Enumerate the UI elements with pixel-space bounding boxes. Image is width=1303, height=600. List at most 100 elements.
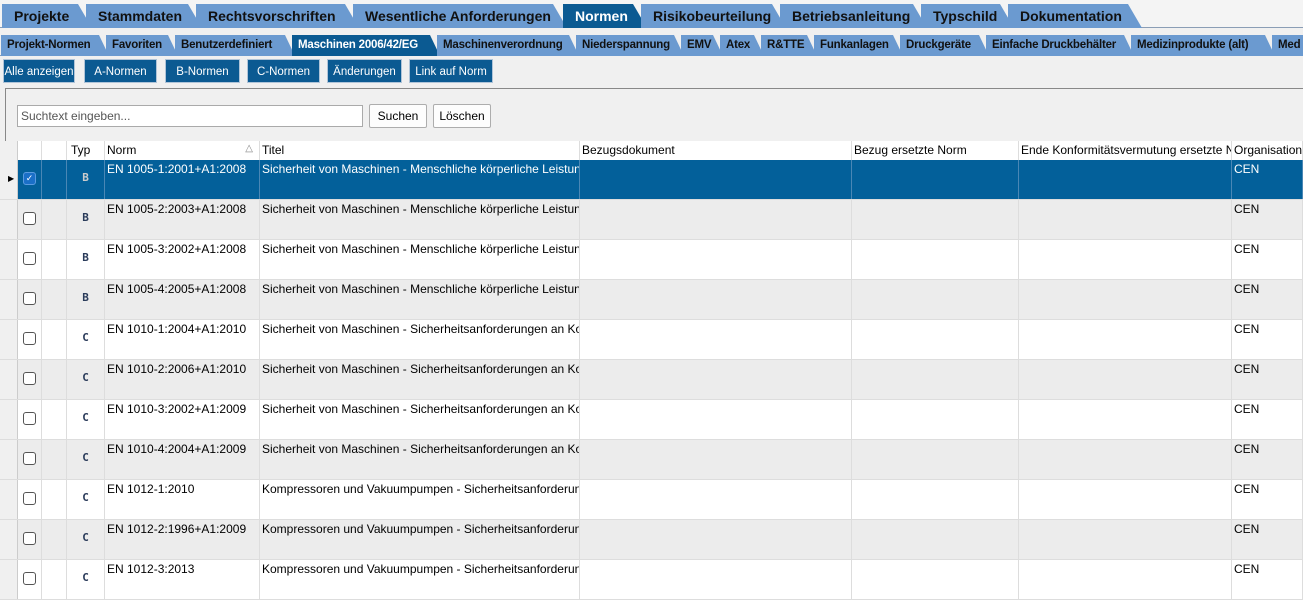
- subtab-niederspannung[interactable]: Niederspannung: [576, 35, 684, 56]
- tab-rechtsvorschriften[interactable]: Rechtsvorschriften: [196, 4, 359, 28]
- tab-wesentliche-anforderungen[interactable]: Wesentliche Anforderungen: [353, 4, 567, 28]
- row-checkbox[interactable]: [23, 532, 36, 545]
- norm-cell: EN 1005-3:2002+A1:2008: [105, 240, 260, 279]
- subtab-druckgeraete[interactable]: Druckgeräte: [900, 35, 989, 56]
- tab-stammdaten[interactable]: Stammdaten: [86, 4, 202, 28]
- search-input[interactable]: Suchtext eingeben...: [17, 105, 363, 127]
- subtab-favoriten[interactable]: Favoriten: [106, 35, 178, 56]
- organisation-cell: CEN: [1232, 240, 1303, 279]
- show-all-button[interactable]: Alle anzeigen: [3, 59, 75, 83]
- sub-tab-bar: Projekt-Normen Favoriten Benutzerdefinie…: [0, 33, 1303, 56]
- a-normen-button[interactable]: A-Normen: [84, 59, 157, 83]
- table-row[interactable]: C EN 1012-2:1996+A1:2009 Kompressoren und …: [0, 520, 1303, 560]
- tab-typschild[interactable]: Typschild: [921, 4, 1014, 28]
- row-header[interactable]: [0, 520, 18, 559]
- checkbox-cell: [18, 560, 42, 599]
- bezugsdokument-cell: [580, 160, 852, 199]
- organisation-cell: CEN: [1232, 360, 1303, 399]
- row-header[interactable]: [0, 200, 18, 239]
- subtab-einfache-druckbehaelter[interactable]: Einfache Druckbehälter: [986, 35, 1134, 56]
- row-checkbox[interactable]: [23, 492, 36, 505]
- c-normen-button[interactable]: C-Normen: [247, 59, 320, 83]
- row-checkbox[interactable]: [23, 212, 36, 225]
- header-titel[interactable]: Titel: [260, 141, 580, 160]
- table-row[interactable]: C EN 1010-4:2004+A1:2009 Sicherheit von Ma…: [0, 440, 1303, 480]
- subtab-benutzerdefiniert[interactable]: Benutzerdefiniert: [175, 35, 295, 56]
- subtab-maschinenverordnung[interactable]: Maschinenverordnung: [437, 35, 579, 56]
- table-row[interactable]: C EN 1010-1:2004+A1:2010 Sicherheit von Ma…: [0, 320, 1303, 360]
- organisation-cell: CEN: [1232, 160, 1303, 199]
- row-checkbox[interactable]: [23, 412, 36, 425]
- organisation-cell: CEN: [1232, 200, 1303, 239]
- typ-cell: C: [67, 520, 105, 559]
- tab-normen[interactable]: Normen: [563, 4, 647, 28]
- row-header[interactable]: [0, 560, 18, 599]
- table-row[interactable]: C EN 1012-3:2013 Kompressoren und Vakuumpu…: [0, 560, 1303, 600]
- row-checkbox[interactable]: [23, 452, 36, 465]
- row-header[interactable]: [0, 480, 18, 519]
- titel-cell: Kompressoren und Vakuumpumpen - Sicherhe…: [260, 560, 580, 599]
- table-row[interactable]: ▶ ✓ B EN 1005-1:2001+A1:2008 Sicherheit von …: [0, 160, 1303, 200]
- subtab-funkanlagen[interactable]: Funkanlagen: [814, 35, 903, 56]
- row-checkbox[interactable]: [23, 292, 36, 305]
- row-header[interactable]: [0, 240, 18, 279]
- row-checkbox[interactable]: [23, 572, 36, 585]
- header-organisation[interactable]: Organisation: [1232, 141, 1303, 160]
- table-row[interactable]: C EN 1010-3:2002+A1:2009 Sicherheit von Ma…: [0, 400, 1303, 440]
- subtab-maschinen[interactable]: Maschinen 2006/42/EG: [292, 35, 440, 56]
- row-checkbox[interactable]: [23, 252, 36, 265]
- tab-projekte[interactable]: Projekte: [2, 4, 92, 28]
- subtab-atex[interactable]: Atex: [720, 35, 764, 56]
- header-norm-label: Norm: [107, 143, 137, 157]
- tab-risikobeurteilung[interactable]: Risikobeurteilung: [641, 4, 786, 28]
- organisation-cell: CEN: [1232, 520, 1303, 559]
- typ-cell: C: [67, 440, 105, 479]
- row-header[interactable]: [0, 280, 18, 319]
- norm-cell: EN 1012-3:2013: [105, 560, 260, 599]
- norm-cell: EN 1005-4:2005+A1:2008: [105, 280, 260, 319]
- blank-cell: [42, 240, 67, 279]
- row-header[interactable]: ▶: [0, 160, 18, 199]
- row-checkbox[interactable]: [23, 332, 36, 345]
- row-header[interactable]: [0, 360, 18, 399]
- subtab-rtte[interactable]: R&TTE: [761, 35, 817, 56]
- header-ende-konformitaet[interactable]: Ende Konformitätsvermutung ersetzte Norm: [1019, 141, 1232, 160]
- link-auf-norm-button[interactable]: Link auf Norm: [409, 59, 493, 83]
- clear-button[interactable]: Löschen: [433, 104, 491, 128]
- row-header[interactable]: [0, 400, 18, 439]
- blank-cell: [42, 440, 67, 479]
- sort-ascending-icon: △: [245, 143, 253, 154]
- header-bezug-ersetzte-norm[interactable]: Bezug ersetzte Norm: [852, 141, 1019, 160]
- titel-cell: Sicherheit von Maschinen - Menschliche k…: [260, 200, 580, 239]
- row-header[interactable]: [0, 320, 18, 359]
- row-header-corner: [0, 141, 18, 160]
- organisation-cell: CEN: [1232, 560, 1303, 599]
- norm-cell: EN 1010-4:2004+A1:2009: [105, 440, 260, 479]
- header-check[interactable]: [18, 141, 42, 160]
- row-checkbox[interactable]: ✓: [23, 172, 36, 185]
- table-row[interactable]: B EN 1005-3:2002+A1:2008 Sicherheit von Ma…: [0, 240, 1303, 280]
- b-normen-button[interactable]: B-Normen: [165, 59, 240, 83]
- search-button[interactable]: Suchen: [369, 104, 427, 128]
- tab-betriebsanleitung[interactable]: Betriebsanleitung: [780, 4, 927, 28]
- subtab-projekt-normen[interactable]: Projekt-Normen: [1, 35, 109, 56]
- aenderungen-button[interactable]: Änderungen: [327, 59, 402, 83]
- tab-dokumentation[interactable]: Dokumentation: [1008, 4, 1142, 28]
- header-norm[interactable]: Norm △: [105, 141, 260, 160]
- header-typ[interactable]: Typ: [67, 141, 105, 160]
- header-blank[interactable]: [42, 141, 67, 160]
- norm-cell: EN 1005-2:2003+A1:2008: [105, 200, 260, 239]
- table-row[interactable]: C EN 1010-2:2006+A1:2010 Sicherheit von Ma…: [0, 360, 1303, 400]
- ende-konformitaet-cell: [1019, 160, 1232, 199]
- row-header[interactable]: [0, 440, 18, 479]
- row-checkbox[interactable]: [23, 372, 36, 385]
- header-bezugsdokument[interactable]: Bezugsdokument: [580, 141, 852, 160]
- table-row[interactable]: B EN 1005-2:2003+A1:2008 Sicherheit von Ma…: [0, 200, 1303, 240]
- table-row[interactable]: B EN 1005-4:2005+A1:2008 Sicherheit von Ma…: [0, 280, 1303, 320]
- table-row[interactable]: C EN 1012-1:2010 Kompressoren und Vakuumpu…: [0, 480, 1303, 520]
- subtab-emv[interactable]: EMV: [681, 35, 723, 56]
- titel-cell: Kompressoren und Vakuumpumpen - Sicherhe…: [260, 520, 580, 559]
- subtab-medizinprodukte-alt[interactable]: Medizinprodukte (alt): [1131, 35, 1275, 56]
- ende-konformitaet-cell: [1019, 560, 1232, 599]
- subtab-med[interactable]: Med: [1272, 35, 1303, 56]
